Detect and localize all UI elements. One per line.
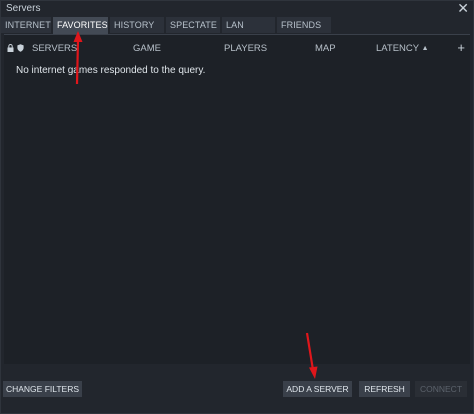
add-column-icon[interactable]: + (457, 40, 465, 55)
add-server-button[interactable]: ADD A SERVER (283, 381, 352, 397)
lock-icon[interactable] (7, 44, 14, 52)
tab-friends[interactable]: FRIENDS (277, 17, 331, 33)
footer-toolbar: CHANGE FILTERS ADD A SERVER REFRESH CONN… (1, 365, 473, 413)
column-game[interactable]: GAME (133, 43, 161, 54)
column-header: SERVERS GAME PLAYERS MAP LATENCY ▲ + (4, 40, 470, 55)
tab-internet[interactable]: INTERNET (1, 17, 51, 33)
sort-ascending-icon: ▲ (421, 45, 429, 52)
close-icon[interactable]: ✕ (457, 1, 469, 15)
empty-list-message: No internet games responded to the query… (16, 65, 206, 76)
tab-lan[interactable]: LAN (222, 17, 275, 33)
column-servers[interactable]: SERVERS (32, 43, 77, 54)
window-title: Servers (6, 3, 41, 14)
tab-bar: INTERNET FAVORITES HISTORY SPECTATE LAN … (1, 17, 473, 34)
column-latency-label: LATENCY (376, 43, 419, 54)
column-players[interactable]: PLAYERS (224, 43, 267, 54)
column-latency[interactable]: LATENCY ▲ (376, 43, 429, 54)
connect-button[interactable]: CONNECT (415, 381, 467, 397)
tab-spectate[interactable]: SPECTATE (166, 17, 220, 33)
change-filters-button[interactable]: CHANGE FILTERS (3, 381, 82, 397)
column-map[interactable]: MAP (315, 43, 336, 54)
tab-history[interactable]: HISTORY (110, 17, 164, 33)
shield-icon[interactable] (17, 44, 24, 52)
tab-favorites[interactable]: FAVORITES (53, 17, 108, 34)
title-bar: Servers ✕ (1, 1, 473, 17)
refresh-button[interactable]: REFRESH (359, 381, 410, 397)
servers-window: Servers ✕ INTERNET FAVORITES HISTORY SPE… (0, 0, 474, 414)
server-list: SERVERS GAME PLAYERS MAP LATENCY ▲ + No … (4, 34, 470, 364)
